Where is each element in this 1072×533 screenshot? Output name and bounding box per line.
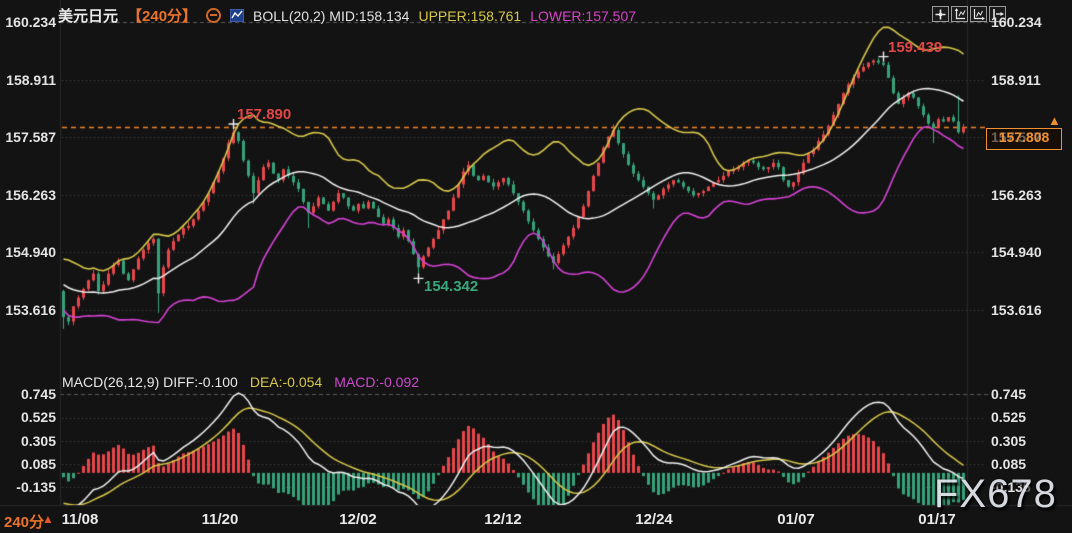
macd-tick-left-0: 0.745 <box>0 386 56 402</box>
macd-tick-right-3: 0.085 <box>991 456 1026 472</box>
indicator-chart-icon[interactable] <box>230 9 244 22</box>
pan-icon[interactable] <box>932 6 949 22</box>
last-price-box: 157.808 <box>986 128 1062 150</box>
annotation-low-1207: 154.342 <box>424 278 478 295</box>
macd-header: MACD(26,12,9) DIFF:-0.100 DEA:-0.054 MAC… <box>62 374 419 390</box>
collapse-circle-icon[interactable] <box>206 8 221 23</box>
price-tick-right-3: 156.263 <box>991 187 1042 203</box>
date-tick-5: 01/07 <box>777 511 815 528</box>
macd-value-label: MACD:-0.092 <box>334 374 419 390</box>
period-tag[interactable]: 【240分】 <box>127 5 197 26</box>
macd-tick-left-1: 0.525 <box>0 409 56 425</box>
boll-lower-label: LOWER:157.507 <box>530 8 636 24</box>
price-tick-left-0: 160.234 <box>0 14 56 30</box>
macd-tick-right-2: 0.305 <box>991 433 1026 449</box>
date-tick-3: 12/12 <box>484 511 522 528</box>
macd-tick-right-0: 0.745 <box>991 386 1026 402</box>
date-tick-2: 12/02 <box>339 511 377 528</box>
macd-label: MACD(26,12,9) DIFF:-0.100 <box>62 374 238 390</box>
chart-header: 美元日元 【240分】 BOLL(20,2) MID:158.134 UPPER… <box>58 5 636 26</box>
boll-label: BOLL(20,2) MID:158.134 <box>253 8 409 24</box>
chart-app: 美元日元 【240分】 BOLL(20,2) MID:158.134 UPPER… <box>0 0 1072 533</box>
scale-y-axis-icon[interactable] <box>951 6 968 22</box>
macd-tick-right-1: 0.525 <box>991 409 1026 425</box>
price-tick-left-4: 154.940 <box>0 244 56 260</box>
period-label-bottom[interactable]: 240分 <box>4 511 44 532</box>
price-tick-left-2: 157.587 <box>0 129 56 145</box>
price-tick-right-0: 160.234 <box>991 14 1042 30</box>
period-up-triangle-icon[interactable]: ▲ <box>42 512 54 526</box>
chart-canvas[interactable] <box>0 0 1072 533</box>
price-tick-right-4: 154.940 <box>991 244 1042 260</box>
annotation-high-0117: 159.439 <box>888 39 942 56</box>
price-tick-right-1: 158.911 <box>991 72 1041 88</box>
date-tick-1: 11/20 <box>202 511 239 528</box>
macd-tick-left-2: 0.305 <box>0 433 56 449</box>
macd-tick-left-4: -0.135 <box>0 479 56 495</box>
annotation-high-1120: 157.890 <box>237 106 291 123</box>
boll-upper-label: UPPER:158.761 <box>418 8 521 24</box>
price-tick-left-3: 156.263 <box>0 187 56 203</box>
scale-x-axis-icon[interactable] <box>970 6 987 22</box>
macd-dea-label: DEA:-0.054 <box>250 374 322 390</box>
price-up-arrow-icon[interactable]: ▲ <box>1048 113 1061 128</box>
date-tick-0: 11/08 <box>62 511 99 528</box>
macd-tick-left-3: 0.085 <box>0 456 56 472</box>
price-tick-left-5: 153.616 <box>0 302 56 318</box>
watermark: FX678 <box>934 472 1057 517</box>
price-tick-left-1: 158.911 <box>0 72 56 88</box>
date-tick-4: 12/24 <box>635 511 673 528</box>
price-tick-right-5: 153.616 <box>991 302 1042 318</box>
symbol-title: 美元日元 <box>58 5 118 26</box>
